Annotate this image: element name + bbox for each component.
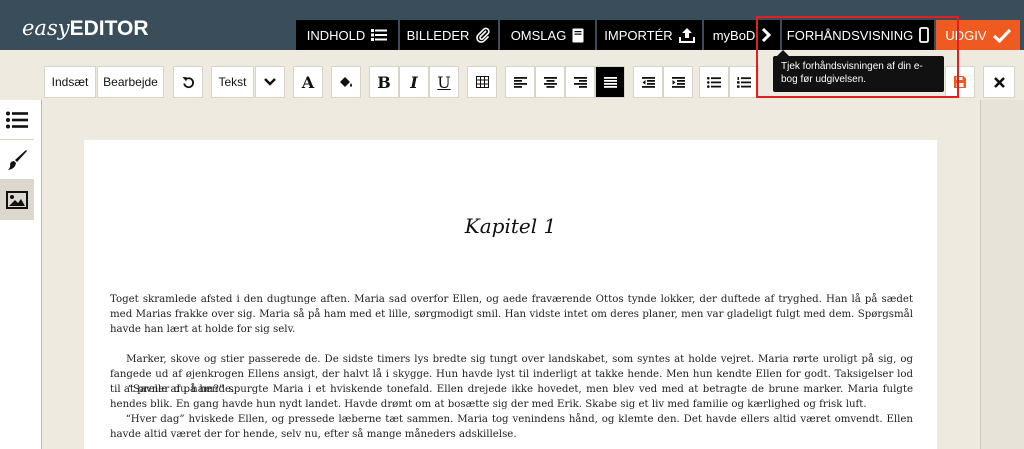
chevron-right-icon <box>762 28 772 42</box>
brush-icon <box>8 149 27 170</box>
insert-button[interactable]: Indsæt <box>44 66 96 98</box>
list-icon <box>371 29 388 41</box>
paragraph: “Hver dag” hviskede Ellen, og pressede l… <box>110 414 917 440</box>
publish-label: UDGIV <box>945 27 987 43</box>
nav-mybod-button[interactable]: myBoD <box>704 20 781 50</box>
left-sidebar <box>0 100 42 449</box>
list-icon <box>6 111 28 128</box>
paragraph: “Savner du ham?” spurgte Maria i et hvis… <box>110 384 917 410</box>
undo-button[interactable] <box>173 66 203 98</box>
publish-button[interactable]: UDGIV <box>936 20 1020 50</box>
nav-contents-button[interactable]: INDHOLD <box>296 20 399 50</box>
phone-icon <box>919 27 930 43</box>
numbered-list-icon <box>737 76 751 88</box>
insert-label: Indsæt <box>51 75 89 89</box>
align-left-button[interactable] <box>505 66 535 98</box>
bold-button[interactable]: B <box>369 66 399 98</box>
align-center-button[interactable] <box>535 66 565 98</box>
checkmark-icon <box>992 28 1011 43</box>
align-center-icon <box>543 76 557 88</box>
underline-button[interactable]: U <box>429 66 459 98</box>
font-color-button[interactable]: A <box>293 66 323 98</box>
nav-import-button[interactable]: IMPORTÉR <box>597 20 703 50</box>
save-button[interactable] <box>945 66 975 98</box>
close-button[interactable] <box>983 66 1015 98</box>
paint-bucket-icon <box>340 77 352 87</box>
nav-preview-button[interactable]: FORHÅNDSVISNING <box>782 20 935 50</box>
paragraph-style-value: Tekst <box>218 75 247 89</box>
indent-increase-icon <box>671 76 685 88</box>
align-left-icon <box>513 76 527 88</box>
chevron-down-icon <box>264 78 276 86</box>
chapter-title: Kapitel 1 <box>464 214 557 238</box>
app-logo[interactable]: easyEDITOR <box>22 16 149 41</box>
preview-tooltip-text: Tjek forhåndsvisningen af din e-bog før … <box>781 61 923 85</box>
document-page[interactable]: Kapitel 1 Toget skramlede afsted i den d… <box>84 140 937 449</box>
align-right-button[interactable] <box>565 66 595 98</box>
logo-easy: easy <box>22 16 70 40</box>
paragraph-style-dropdown[interactable] <box>255 66 285 98</box>
numbered-list-button[interactable] <box>729 66 759 98</box>
nav-contents-label: INDHOLD <box>306 27 366 43</box>
sidebar-style-button[interactable] <box>0 140 34 180</box>
table-button[interactable] <box>467 66 497 98</box>
undo-icon <box>182 76 194 88</box>
edit-button[interactable]: Bearbejde <box>97 66 164 98</box>
top-bar: easyEDITOR INDHOLD BILLEDER OMSLAG IMPOR… <box>0 0 1024 50</box>
align-right-icon <box>573 76 587 88</box>
indent-decrease-button[interactable] <box>633 66 663 98</box>
indent-decrease-icon <box>641 76 655 88</box>
edit-label: Bearbejde <box>103 75 158 89</box>
save-icon <box>954 76 966 88</box>
font-color-glyph: A <box>301 72 315 92</box>
close-icon <box>993 76 1005 88</box>
sidebar-toc-button[interactable] <box>0 100 34 140</box>
image-icon <box>6 190 28 209</box>
paperclip-icon <box>476 27 491 43</box>
italic-glyph: I <box>410 72 418 92</box>
nav-images-label: BILLEDER <box>406 27 470 43</box>
align-justify-button[interactable] <box>595 66 625 98</box>
right-panel <box>980 100 1024 449</box>
nav-images-button[interactable]: BILLEDER <box>400 20 499 50</box>
bold-glyph: B <box>377 72 391 92</box>
nav-import-label: IMPORTÉR <box>604 27 673 43</box>
paragraph-style-select[interactable]: Tekst <box>211 66 254 98</box>
paragraph: Toget skramlede afsted i den dugtunge af… <box>110 294 917 335</box>
book-icon <box>572 28 584 42</box>
underline-glyph: U <box>437 72 451 92</box>
indent-increase-button[interactable] <box>663 66 693 98</box>
table-icon <box>475 76 489 88</box>
italic-button[interactable]: I <box>399 66 429 98</box>
nav-cover-label: OMSLAG <box>510 27 567 43</box>
bullet-list-icon <box>707 76 721 88</box>
logo-editor: EDITOR <box>69 17 149 40</box>
sidebar-image-button[interactable] <box>0 180 34 220</box>
nav-preview-label: FORHÅNDSVISNING <box>786 27 914 43</box>
nav-mybod-label: myBoD <box>712 27 756 43</box>
nav-cover-button[interactable]: OMSLAG <box>500 20 596 50</box>
bullet-list-button[interactable] <box>699 66 729 98</box>
upload-icon <box>678 27 695 43</box>
preview-tooltip: Tjek forhåndsvisningen af din e-bog før … <box>773 50 944 92</box>
align-justify-icon <box>603 76 617 88</box>
fill-color-button[interactable] <box>331 66 361 98</box>
editor-canvas: Kapitel 1 Toget skramlede afsted i den d… <box>42 100 980 449</box>
